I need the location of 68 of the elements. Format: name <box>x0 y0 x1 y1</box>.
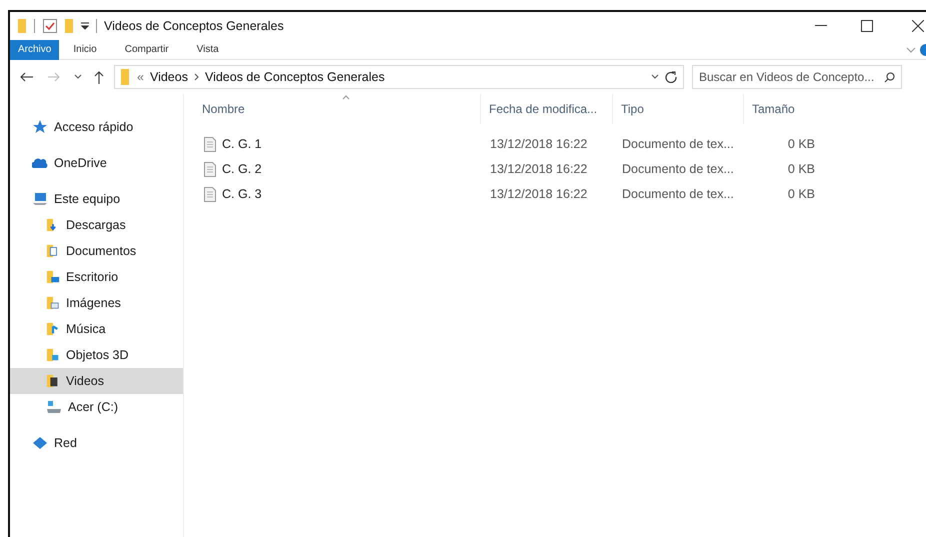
column-header[interactable]: Fecha de modifica... <box>480 94 612 124</box>
table-cell-text: Documento de tex... <box>621 186 735 204</box>
breadcrumb-item[interactable]: Videos de Conceptos Generales <box>204 68 385 86</box>
folder-icon <box>46 347 60 363</box>
table-cell-text: Documento de tex... <box>621 136 735 154</box>
sidebar-item[interactable]: Este equipo <box>10 186 183 212</box>
chevron-down-icon[interactable] <box>74 74 82 80</box>
text-file-icon <box>204 162 216 177</box>
text-file-icon <box>204 137 216 152</box>
folder-icon <box>46 295 60 311</box>
star-icon <box>32 119 48 135</box>
table-cell-text: Documento de tex... <box>621 161 735 178</box>
sidebar-item[interactable]: Videos <box>10 368 183 394</box>
table-cell-text: 0 KB <box>786 186 816 204</box>
ribbon-tab[interactable]: Compartir <box>116 40 177 60</box>
window-title: Videos de Conceptos Generales <box>104 18 284 35</box>
refresh-icon[interactable] <box>665 71 677 83</box>
folder-icon <box>46 321 60 337</box>
sidebar-item[interactable]: Documentos <box>10 238 183 264</box>
sidebar-item[interactable]: Descargas <box>10 212 183 238</box>
ribbon-tab[interactable]: Inicio <box>65 40 105 60</box>
computer-icon <box>32 192 48 206</box>
table-cell-text: 13/12/2018 16:22 <box>489 186 588 204</box>
overflow-chevron[interactable]: « <box>137 68 144 86</box>
folder-icon <box>121 69 129 85</box>
column-header[interactable]: Nombre <box>194 94 480 124</box>
sidebar-item[interactable]: Acer (C:) <box>10 394 183 420</box>
folder-icon <box>46 373 60 389</box>
sidebar-item[interactable]: Acceso rápido <box>10 114 183 140</box>
table-cell-text: 13/12/2018 16:22 <box>489 161 588 178</box>
sidebar-item[interactable]: Objetos 3D <box>10 342 183 368</box>
dropdown-icon[interactable] <box>81 22 89 30</box>
ribbon-tab[interactable]: Vista <box>188 40 227 60</box>
file-row[interactable]: C. G. 2 13/12/2018 16:22 Documento de tex... 0 KB <box>194 157 926 182</box>
up-arrow-icon[interactable] <box>94 70 104 84</box>
table-cell-text: 13/12/2018 16:22 <box>489 136 588 154</box>
text-file-icon <box>204 187 216 202</box>
folder-icon <box>46 243 60 259</box>
file-row[interactable]: C. G. 3 13/12/2018 16:22 Documento de tex... 0 KB <box>194 182 926 207</box>
sidebar-item[interactable]: Red <box>10 430 183 456</box>
table-cell-text: 0 KB <box>786 161 816 178</box>
checkbox-icon[interactable] <box>43 19 57 33</box>
sidebar-item[interactable]: Imágenes <box>10 290 183 316</box>
file-name: C. G. 2 <box>222 161 262 178</box>
maximize-icon[interactable] <box>861 20 873 32</box>
file-row[interactable]: C. G. 1 13/12/2018 16:22 Documento de tex... 0 KB <box>194 132 926 157</box>
folder-icon <box>18 19 26 33</box>
chevron-down-icon[interactable] <box>651 74 659 80</box>
close-icon[interactable] <box>912 20 924 32</box>
minimize-icon[interactable] <box>815 25 827 27</box>
search-field[interactable]: Buscar en Videos de Concepto... <box>692 65 902 89</box>
sidebar-item[interactable]: OneDrive <box>10 150 183 176</box>
file-name: C. G. 3 <box>222 186 262 204</box>
ribbon-tab[interactable]: Archivo <box>10 40 60 60</box>
file-name: C. G. 1 <box>222 136 262 154</box>
search-icon[interactable] <box>884 72 895 82</box>
folder-icon <box>46 269 60 285</box>
cloud-icon <box>32 157 48 169</box>
table-cell-text: 0 KB <box>786 136 816 154</box>
sidebar-item[interactable]: Escritorio <box>10 264 183 290</box>
chevron-right-icon[interactable] <box>194 73 199 81</box>
breadcrumb-item[interactable]: Videos <box>150 68 188 86</box>
address-bar[interactable]: « Videos Videos de Conceptos Generales <box>114 65 684 89</box>
back-arrow-icon[interactable] <box>20 72 34 82</box>
column-header[interactable]: Tamaño <box>743 94 825 124</box>
sidebar-item[interactable]: Música <box>10 316 183 342</box>
column-header[interactable]: Tipo <box>612 94 743 124</box>
drive-icon <box>46 400 62 414</box>
